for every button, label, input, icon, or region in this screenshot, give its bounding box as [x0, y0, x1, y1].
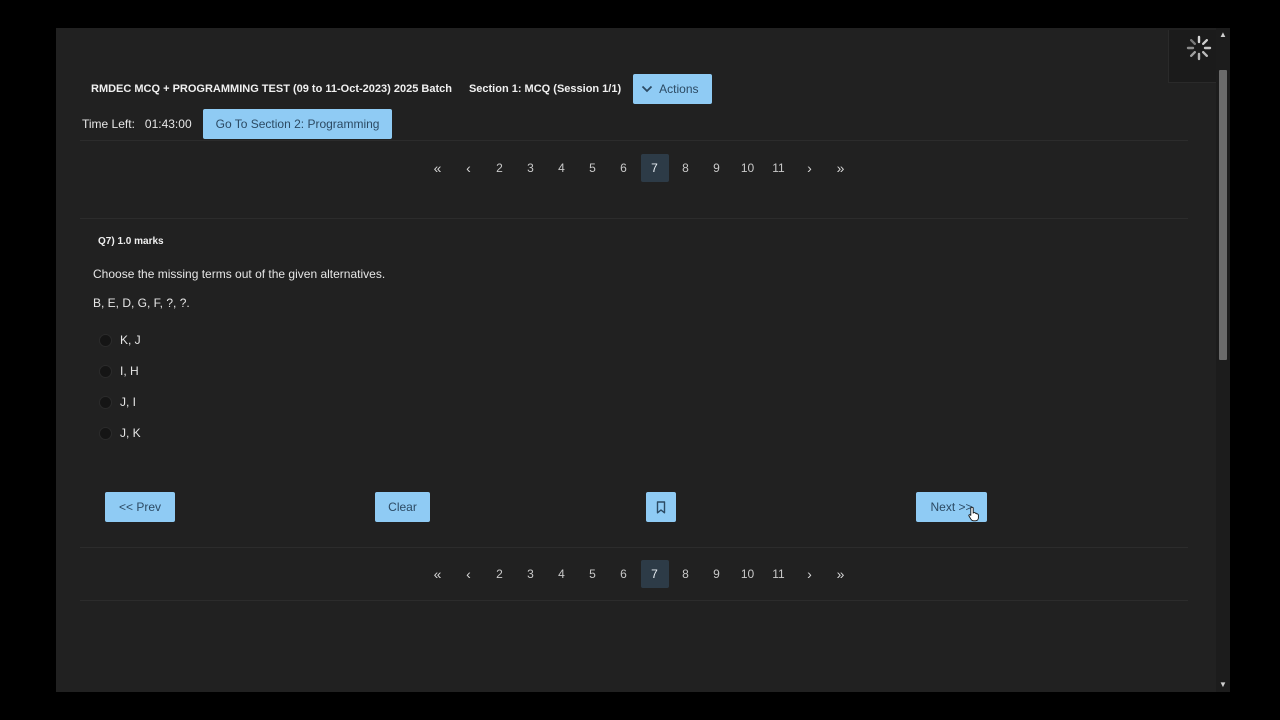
first-page-button[interactable]: «	[422, 560, 453, 588]
next-page-button[interactable]: ›	[794, 560, 825, 588]
timer-row: Time Left: 01:43:00 Go To Section 2: Pro…	[82, 109, 393, 139]
option-radio[interactable]	[99, 333, 112, 347]
actions-button[interactable]: Actions	[633, 74, 712, 104]
loader-panel	[1168, 30, 1216, 83]
option-label: J, K	[120, 426, 141, 440]
option-item[interactable]: I, H	[99, 362, 139, 380]
divider	[80, 140, 1188, 141]
current-page-button[interactable]: 7	[640, 560, 669, 588]
section-label: Section 1: MCQ (Session 1/1)	[468, 83, 622, 95]
chevron-down-icon	[642, 85, 653, 93]
page-button[interactable]: 8	[670, 560, 701, 588]
question-sequence: B, E, D, G, F, ?, ?.	[93, 296, 190, 310]
bookmark-icon	[656, 500, 666, 513]
current-page-button[interactable]: 7	[640, 154, 669, 182]
option-item[interactable]: K, J	[99, 331, 141, 349]
question-text: Choose the missing terms out of the give…	[93, 267, 386, 281]
divider	[80, 600, 1188, 601]
spinner-icon	[1186, 35, 1212, 61]
test-title: RMDEC MCQ + PROGRAMMING TEST (09 to 11-O…	[91, 83, 452, 95]
bookmark-button[interactable]	[646, 492, 676, 522]
page-button[interactable]: 5	[577, 154, 608, 182]
first-page-button[interactable]: «	[422, 154, 453, 182]
time-left-value: 01:43:00	[144, 117, 192, 131]
page-button[interactable]: 10	[732, 154, 763, 182]
actions-button-label: Actions	[659, 82, 699, 96]
test-header: RMDEC MCQ + PROGRAMMING TEST (09 to 11-O…	[91, 74, 712, 104]
page-button[interactable]: 6	[608, 560, 639, 588]
hand-pointer-icon	[968, 506, 979, 522]
page-button[interactable]: 10	[732, 560, 763, 588]
go-to-section-button[interactable]: Go To Section 2: Programming	[202, 109, 393, 139]
page-button[interactable]: 6	[608, 154, 639, 182]
option-label: K, J	[120, 333, 141, 347]
test-window: RMDEC MCQ + PROGRAMMING TEST (09 to 11-O…	[56, 28, 1216, 692]
option-radio[interactable]	[99, 395, 112, 409]
page-button[interactable]: 11	[763, 560, 794, 588]
page-button[interactable]: 11	[763, 154, 794, 182]
time-left-label: Time Left:	[82, 117, 135, 131]
previous-page-button[interactable]: ‹	[453, 560, 484, 588]
option-label: I, H	[120, 364, 139, 378]
page-button[interactable]: 5	[577, 560, 608, 588]
vertical-scrollbar[interactable]: ▲ ▼	[1216, 28, 1230, 692]
option-radio[interactable]	[99, 426, 112, 440]
option-item[interactable]: J, I	[99, 393, 136, 411]
next-page-button[interactable]: ›	[794, 154, 825, 182]
clear-button[interactable]: Clear	[375, 492, 430, 522]
last-page-button[interactable]: »	[825, 154, 856, 182]
page-button[interactable]: 3	[515, 560, 546, 588]
page-button[interactable]: 2	[484, 154, 515, 182]
scroll-thumb[interactable]	[1219, 70, 1227, 360]
page-button[interactable]: 3	[515, 154, 546, 182]
page-button[interactable]: 4	[546, 560, 577, 588]
page-button[interactable]: 4	[546, 154, 577, 182]
previous-page-button[interactable]: ‹	[453, 154, 484, 182]
prev-button[interactable]: << Prev	[105, 492, 175, 522]
question-header: Q7) 1.0 marks	[98, 236, 164, 247]
page-button[interactable]: 9	[701, 560, 732, 588]
page-button[interactable]: 2	[484, 560, 515, 588]
last-page-button[interactable]: »	[825, 560, 856, 588]
option-label: J, I	[120, 395, 137, 409]
pagination-bottom: « ‹ 2 3 4 5 6 7 8 9 10 11 › »	[422, 560, 856, 588]
scroll-down-icon[interactable]: ▼	[1216, 678, 1230, 692]
page-button[interactable]: 8	[670, 154, 701, 182]
page-button[interactable]: 9	[701, 154, 732, 182]
divider	[80, 547, 1188, 548]
scroll-up-icon[interactable]: ▲	[1216, 28, 1230, 42]
option-item[interactable]: J, K	[99, 424, 141, 442]
divider	[80, 218, 1188, 219]
option-radio[interactable]	[99, 364, 112, 378]
pagination-top: « ‹ 2 3 4 5 6 7 8 9 10 11 › »	[422, 154, 856, 182]
